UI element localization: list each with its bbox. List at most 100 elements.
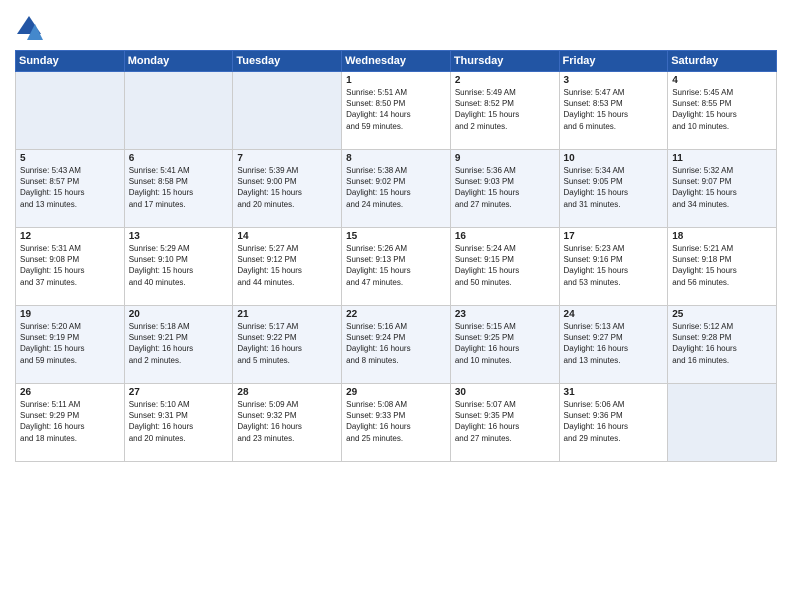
day-info: Sunrise: 5:23 AM Sunset: 9:16 PM Dayligh… — [564, 243, 664, 288]
calendar-day-cell: 5Sunrise: 5:43 AM Sunset: 8:57 PM Daylig… — [16, 150, 125, 228]
day-number: 11 — [672, 153, 772, 164]
day-number: 8 — [346, 153, 446, 164]
calendar-day-cell: 17Sunrise: 5:23 AM Sunset: 9:16 PM Dayli… — [559, 228, 668, 306]
day-info: Sunrise: 5:18 AM Sunset: 9:21 PM Dayligh… — [129, 321, 229, 366]
calendar-week-row: 1Sunrise: 5:51 AM Sunset: 8:50 PM Daylig… — [16, 72, 777, 150]
weekday-header-sunday: Sunday — [16, 51, 125, 72]
calendar-day-cell: 30Sunrise: 5:07 AM Sunset: 9:35 PM Dayli… — [450, 384, 559, 462]
day-number: 1 — [346, 75, 446, 86]
day-info: Sunrise: 5:20 AM Sunset: 9:19 PM Dayligh… — [20, 321, 120, 366]
calendar-day-cell: 8Sunrise: 5:38 AM Sunset: 9:02 PM Daylig… — [342, 150, 451, 228]
calendar-day-cell: 18Sunrise: 5:21 AM Sunset: 9:18 PM Dayli… — [668, 228, 777, 306]
day-info: Sunrise: 5:09 AM Sunset: 9:32 PM Dayligh… — [237, 399, 337, 444]
calendar-day-cell: 9Sunrise: 5:36 AM Sunset: 9:03 PM Daylig… — [450, 150, 559, 228]
calendar-week-row: 12Sunrise: 5:31 AM Sunset: 9:08 PM Dayli… — [16, 228, 777, 306]
day-info: Sunrise: 5:32 AM Sunset: 9:07 PM Dayligh… — [672, 165, 772, 210]
day-info: Sunrise: 5:31 AM Sunset: 9:08 PM Dayligh… — [20, 243, 120, 288]
day-info: Sunrise: 5:26 AM Sunset: 9:13 PM Dayligh… — [346, 243, 446, 288]
day-number: 24 — [564, 309, 664, 320]
calendar-day-cell: 26Sunrise: 5:11 AM Sunset: 9:29 PM Dayli… — [16, 384, 125, 462]
weekday-header-friday: Friday — [559, 51, 668, 72]
day-info: Sunrise: 5:39 AM Sunset: 9:00 PM Dayligh… — [237, 165, 337, 210]
weekday-header-row: SundayMondayTuesdayWednesdayThursdayFrid… — [16, 51, 777, 72]
day-number: 21 — [237, 309, 337, 320]
day-number: 9 — [455, 153, 555, 164]
day-info: Sunrise: 5:43 AM Sunset: 8:57 PM Dayligh… — [20, 165, 120, 210]
day-number: 17 — [564, 231, 664, 242]
day-number: 27 — [129, 387, 229, 398]
calendar-day-cell: 19Sunrise: 5:20 AM Sunset: 9:19 PM Dayli… — [16, 306, 125, 384]
day-info: Sunrise: 5:41 AM Sunset: 8:58 PM Dayligh… — [129, 165, 229, 210]
calendar-day-cell: 15Sunrise: 5:26 AM Sunset: 9:13 PM Dayli… — [342, 228, 451, 306]
day-number: 23 — [455, 309, 555, 320]
day-info: Sunrise: 5:11 AM Sunset: 9:29 PM Dayligh… — [20, 399, 120, 444]
calendar-day-cell: 21Sunrise: 5:17 AM Sunset: 9:22 PM Dayli… — [233, 306, 342, 384]
day-info: Sunrise: 5:10 AM Sunset: 9:31 PM Dayligh… — [129, 399, 229, 444]
day-number: 7 — [237, 153, 337, 164]
day-info: Sunrise: 5:49 AM Sunset: 8:52 PM Dayligh… — [455, 87, 555, 132]
day-number: 14 — [237, 231, 337, 242]
calendar-day-cell: 13Sunrise: 5:29 AM Sunset: 9:10 PM Dayli… — [124, 228, 233, 306]
day-number: 26 — [20, 387, 120, 398]
day-number: 31 — [564, 387, 664, 398]
calendar-day-cell — [16, 72, 125, 150]
calendar-day-cell — [668, 384, 777, 462]
day-info: Sunrise: 5:34 AM Sunset: 9:05 PM Dayligh… — [564, 165, 664, 210]
logo — [15, 14, 47, 42]
day-number: 2 — [455, 75, 555, 86]
calendar-week-row: 5Sunrise: 5:43 AM Sunset: 8:57 PM Daylig… — [16, 150, 777, 228]
calendar-day-cell: 14Sunrise: 5:27 AM Sunset: 9:12 PM Dayli… — [233, 228, 342, 306]
day-number: 20 — [129, 309, 229, 320]
day-info: Sunrise: 5:07 AM Sunset: 9:35 PM Dayligh… — [455, 399, 555, 444]
day-number: 4 — [672, 75, 772, 86]
calendar-day-cell: 31Sunrise: 5:06 AM Sunset: 9:36 PM Dayli… — [559, 384, 668, 462]
day-info: Sunrise: 5:24 AM Sunset: 9:15 PM Dayligh… — [455, 243, 555, 288]
calendar-table: SundayMondayTuesdayWednesdayThursdayFrid… — [15, 50, 777, 462]
calendar-day-cell: 25Sunrise: 5:12 AM Sunset: 9:28 PM Dayli… — [668, 306, 777, 384]
day-number: 19 — [20, 309, 120, 320]
calendar-week-row: 26Sunrise: 5:11 AM Sunset: 9:29 PM Dayli… — [16, 384, 777, 462]
day-number: 10 — [564, 153, 664, 164]
day-number: 25 — [672, 309, 772, 320]
day-number: 29 — [346, 387, 446, 398]
calendar-day-cell: 24Sunrise: 5:13 AM Sunset: 9:27 PM Dayli… — [559, 306, 668, 384]
calendar-day-cell: 20Sunrise: 5:18 AM Sunset: 9:21 PM Dayli… — [124, 306, 233, 384]
logo-icon — [15, 14, 43, 42]
day-number: 16 — [455, 231, 555, 242]
weekday-header-tuesday: Tuesday — [233, 51, 342, 72]
calendar-day-cell: 4Sunrise: 5:45 AM Sunset: 8:55 PM Daylig… — [668, 72, 777, 150]
day-number: 30 — [455, 387, 555, 398]
weekday-header-wednesday: Wednesday — [342, 51, 451, 72]
calendar-day-cell: 11Sunrise: 5:32 AM Sunset: 9:07 PM Dayli… — [668, 150, 777, 228]
day-number: 5 — [20, 153, 120, 164]
calendar-day-cell: 6Sunrise: 5:41 AM Sunset: 8:58 PM Daylig… — [124, 150, 233, 228]
calendar-day-cell: 23Sunrise: 5:15 AM Sunset: 9:25 PM Dayli… — [450, 306, 559, 384]
calendar-day-cell: 2Sunrise: 5:49 AM Sunset: 8:52 PM Daylig… — [450, 72, 559, 150]
calendar-day-cell: 3Sunrise: 5:47 AM Sunset: 8:53 PM Daylig… — [559, 72, 668, 150]
day-info: Sunrise: 5:38 AM Sunset: 9:02 PM Dayligh… — [346, 165, 446, 210]
day-info: Sunrise: 5:51 AM Sunset: 8:50 PM Dayligh… — [346, 87, 446, 132]
day-number: 22 — [346, 309, 446, 320]
day-number: 12 — [20, 231, 120, 242]
calendar-day-cell: 16Sunrise: 5:24 AM Sunset: 9:15 PM Dayli… — [450, 228, 559, 306]
calendar-day-cell — [124, 72, 233, 150]
day-info: Sunrise: 5:16 AM Sunset: 9:24 PM Dayligh… — [346, 321, 446, 366]
day-info: Sunrise: 5:47 AM Sunset: 8:53 PM Dayligh… — [564, 87, 664, 132]
day-info: Sunrise: 5:17 AM Sunset: 9:22 PM Dayligh… — [237, 321, 337, 366]
day-info: Sunrise: 5:12 AM Sunset: 9:28 PM Dayligh… — [672, 321, 772, 366]
day-number: 13 — [129, 231, 229, 242]
day-info: Sunrise: 5:06 AM Sunset: 9:36 PM Dayligh… — [564, 399, 664, 444]
day-info: Sunrise: 5:29 AM Sunset: 9:10 PM Dayligh… — [129, 243, 229, 288]
calendar-day-cell: 28Sunrise: 5:09 AM Sunset: 9:32 PM Dayli… — [233, 384, 342, 462]
weekday-header-saturday: Saturday — [668, 51, 777, 72]
weekday-header-thursday: Thursday — [450, 51, 559, 72]
weekday-header-monday: Monday — [124, 51, 233, 72]
header — [15, 10, 777, 42]
day-info: Sunrise: 5:36 AM Sunset: 9:03 PM Dayligh… — [455, 165, 555, 210]
page-container: SundayMondayTuesdayWednesdayThursdayFrid… — [0, 0, 792, 467]
day-number: 28 — [237, 387, 337, 398]
calendar-day-cell: 1Sunrise: 5:51 AM Sunset: 8:50 PM Daylig… — [342, 72, 451, 150]
calendar-day-cell: 27Sunrise: 5:10 AM Sunset: 9:31 PM Dayli… — [124, 384, 233, 462]
day-info: Sunrise: 5:13 AM Sunset: 9:27 PM Dayligh… — [564, 321, 664, 366]
calendar-week-row: 19Sunrise: 5:20 AM Sunset: 9:19 PM Dayli… — [16, 306, 777, 384]
